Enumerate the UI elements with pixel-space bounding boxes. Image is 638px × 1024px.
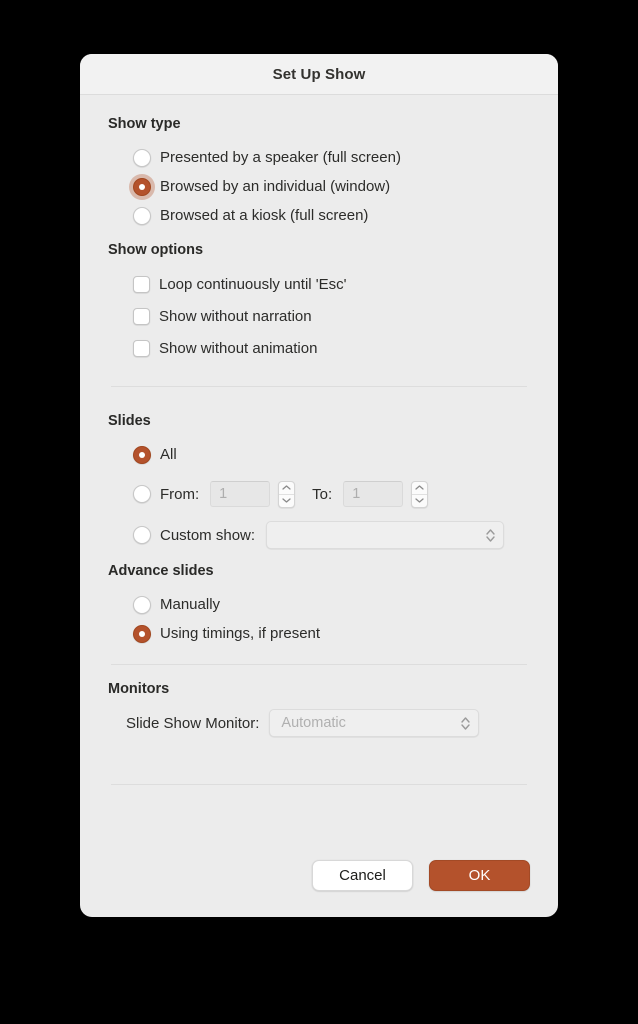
radio-custom-show[interactable] <box>133 526 151 544</box>
radio-label-manually: Manually <box>160 596 221 613</box>
to-stepper-down-icon[interactable] <box>412 495 427 507</box>
checkbox-label-show-without-narration: Show without narration <box>159 307 312 325</box>
from-stepper-up-icon[interactable] <box>279 482 295 495</box>
ok-button[interactable]: OK <box>429 860 530 891</box>
advance-slides-heading: Advance slides <box>108 563 214 579</box>
dialog-title: Set Up Show <box>272 65 366 83</box>
checkbox-label-show-without-animation: Show without animation <box>159 339 318 357</box>
checkbox-show-without-animation[interactable] <box>133 339 150 357</box>
from-stepper[interactable] <box>278 480 296 508</box>
custom-show-row: Custom show: <box>108 520 530 550</box>
checkbox-show-without-narration[interactable] <box>133 307 150 325</box>
radio-label-browsed-by-individual: Browsed by an individual (window) <box>160 178 391 195</box>
radio-row-browsed-at-kiosk[interactable]: Browsed at a kiosk (full screen) <box>108 201 530 230</box>
show-options-heading: Show options <box>108 242 204 258</box>
monitors-heading: Monitors <box>108 681 170 697</box>
cancel-button[interactable]: Cancel <box>312 860 413 891</box>
radio-all-slides[interactable] <box>133 445 151 464</box>
custom-show-select[interactable] <box>266 521 505 549</box>
checkbox-label-loop-continuously: Loop continuously until 'Esc' <box>159 275 347 293</box>
separator-above-footer <box>111 784 527 785</box>
checkbox-row-show-without-animation[interactable]: Show without animation <box>108 332 530 364</box>
from-label: From: <box>160 485 200 503</box>
dialog-titlebar: Set Up Show <box>80 54 558 95</box>
radio-label-using-timings: Using timings, if present <box>160 625 321 642</box>
monitor-chevron-updown-icon <box>460 715 471 732</box>
slide-show-monitor-row: Slide Show Monitor: Automatic <box>108 708 530 738</box>
radio-row-manually[interactable]: Manually <box>108 590 530 619</box>
radio-manually[interactable] <box>133 595 151 614</box>
custom-show-chevron-updown-icon <box>485 527 496 544</box>
radio-row-browsed-by-individual[interactable]: Browsed by an individual (window) <box>108 172 530 201</box>
radio-browsed-at-kiosk[interactable] <box>133 206 151 225</box>
dialog-footer-buttons: Cancel OK <box>312 860 530 891</box>
radio-label-browsed-at-kiosk: Browsed at a kiosk (full screen) <box>160 207 369 224</box>
to-stepper[interactable] <box>411 480 429 508</box>
to-label: To: <box>312 485 333 503</box>
radio-row-presented-by-speaker[interactable]: Presented by a speaker (full screen) <box>108 143 530 172</box>
slide-show-monitor-value: Automatic <box>281 715 346 731</box>
checkbox-loop-continuously[interactable] <box>133 275 150 293</box>
radio-row-using-timings[interactable]: Using timings, if present <box>108 619 530 648</box>
radio-label-presented-by-speaker: Presented by a speaker (full screen) <box>160 149 401 166</box>
radio-row-all-slides[interactable]: All <box>108 440 530 469</box>
slides-range-row: From: 1 To: 1 <box>108 479 530 509</box>
to-stepper-up-icon[interactable] <box>412 482 428 495</box>
slides-heading: Slides <box>108 413 151 429</box>
checkbox-row-loop-continuously[interactable]: Loop continuously until 'Esc' <box>108 268 530 300</box>
radio-browsed-by-individual[interactable] <box>133 177 151 196</box>
dialog-body: Show type Presented by a speaker (full s… <box>80 95 558 785</box>
set-up-show-dialog: Set Up Show Show type Presented by a spe… <box>80 54 558 917</box>
to-input[interactable]: 1 <box>343 481 404 507</box>
show-type-heading: Show type <box>108 116 181 132</box>
checkbox-row-show-without-narration[interactable]: Show without narration <box>108 300 530 332</box>
from-stepper-down-icon[interactable] <box>279 495 294 507</box>
radio-presented-by-speaker[interactable] <box>133 148 151 167</box>
from-input[interactable]: 1 <box>210 481 271 507</box>
custom-show-label: Custom show: <box>160 526 256 544</box>
radio-slide-range[interactable] <box>133 485 151 503</box>
slide-show-monitor-label: Slide Show Monitor: <box>126 714 260 732</box>
slide-show-monitor-select[interactable]: Automatic <box>269 709 480 737</box>
radio-using-timings[interactable] <box>133 624 151 643</box>
radio-label-all-slides: All <box>160 446 177 463</box>
